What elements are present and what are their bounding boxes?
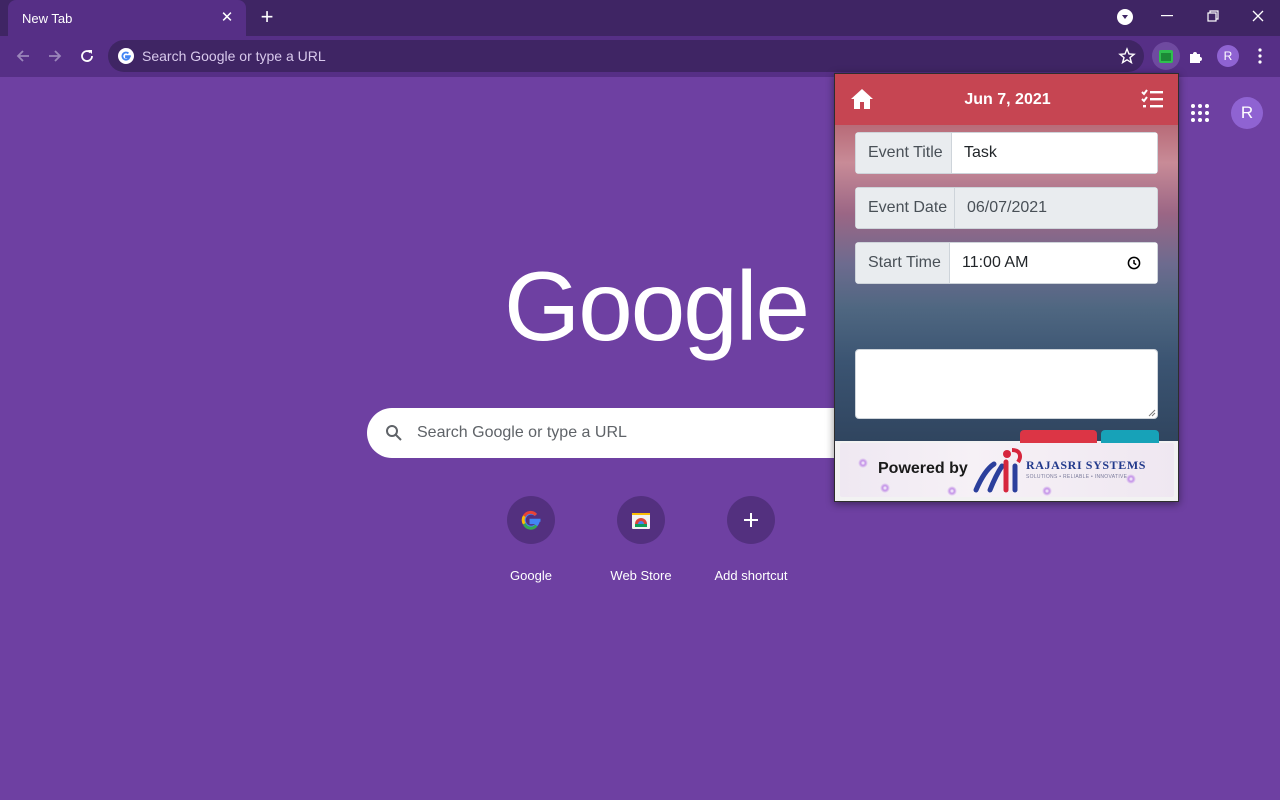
tab-title: New Tab xyxy=(22,10,73,26)
event-title-label: Event Title xyxy=(855,132,952,174)
popup-body: Event Title Task Event Date 06/07/2021 S… xyxy=(835,125,1178,472)
powered-by-banner: Powered by RAJASRI SYSTEMS SOLUTIONS • R… xyxy=(840,443,1174,497)
plus-icon xyxy=(727,496,775,544)
start-time-input[interactable]: 11:00 AM xyxy=(950,242,1158,284)
extensions-puzzle-icon[interactable] xyxy=(1182,42,1210,70)
search-icon xyxy=(386,425,402,441)
profile-button[interactable]: R xyxy=(1214,42,1242,70)
toolbar: Search Google or type a URL R xyxy=(0,36,1280,77)
calendar-extension-icon[interactable] xyxy=(1152,42,1180,70)
google-apps-icon[interactable] xyxy=(1190,103,1210,123)
tab-strip: New Tab ✕ + xyxy=(0,0,1280,36)
sparkle-decoration xyxy=(858,458,868,468)
event-title-field: Event Title Task xyxy=(855,132,1158,174)
start-time-label: Start Time xyxy=(855,242,950,284)
back-arrow-icon[interactable] xyxy=(11,44,35,68)
shortcut-label: Web Store xyxy=(610,568,672,583)
close-window-icon[interactable] xyxy=(1244,4,1272,28)
bookmark-star-icon[interactable] xyxy=(1118,47,1136,65)
popup-date: Jun 7, 2021 xyxy=(964,91,1051,108)
powered-by-text: Powered by xyxy=(878,460,968,477)
new-tab-button[interactable]: + xyxy=(256,6,278,28)
sparkle-decoration xyxy=(880,483,890,493)
clock-icon[interactable] xyxy=(1127,256,1141,270)
account-avatar[interactable]: R xyxy=(1231,97,1263,129)
shortcut-label: Google xyxy=(510,568,552,583)
company-tagline: SOLUTIONS • RELIABLE • INNOVATIVE xyxy=(1026,474,1128,480)
event-date-input[interactable]: 06/07/2021 xyxy=(955,187,1158,229)
profile-avatar: R xyxy=(1217,45,1239,67)
notes-textarea[interactable] xyxy=(855,349,1158,419)
omnibox[interactable]: Search Google or type a URL xyxy=(108,40,1144,72)
start-time-value: 11:00 AM xyxy=(962,254,1029,271)
sparkle-decoration xyxy=(947,486,957,496)
forward-arrow-icon[interactable] xyxy=(43,44,67,68)
shortcut-google[interactable]: Google xyxy=(476,496,586,583)
rajasri-logo-icon xyxy=(973,448,1022,493)
event-date-field: Event Date 06/07/2021 xyxy=(855,187,1158,229)
shortcut-label: Add shortcut xyxy=(714,568,788,583)
shortcut-web-store[interactable]: Web Store xyxy=(586,496,696,583)
event-title-input[interactable]: Task xyxy=(952,132,1158,174)
event-popup: Jun 7, 2021 Event Title Task Event Date … xyxy=(834,73,1179,502)
event-date-label: Event Date xyxy=(855,187,955,229)
web-store-icon xyxy=(617,496,665,544)
tab-search-icon[interactable] xyxy=(1117,9,1133,25)
browser-menu-icon[interactable] xyxy=(1246,42,1274,70)
google-g-icon xyxy=(118,48,134,64)
omnibox-placeholder: Search Google or type a URL xyxy=(142,48,326,64)
tab-new-tab[interactable]: New Tab ✕ xyxy=(8,0,246,36)
restore-icon[interactable] xyxy=(1199,4,1227,28)
resize-grip-icon[interactable] xyxy=(1148,409,1156,417)
minimize-icon[interactable] xyxy=(1153,4,1181,28)
sparkle-decoration xyxy=(1126,474,1136,484)
start-time-field: Start Time 11:00 AM xyxy=(855,242,1158,284)
shortcut-add[interactable]: Add shortcut xyxy=(696,496,806,583)
task-list-icon[interactable] xyxy=(1141,89,1163,109)
reload-icon[interactable] xyxy=(75,44,99,68)
popup-header: Jun 7, 2021 xyxy=(835,74,1178,125)
google-g-icon xyxy=(507,496,555,544)
tab-close-icon[interactable]: ✕ xyxy=(218,9,236,27)
google-logo: Google xyxy=(504,251,810,361)
sparkle-decoration xyxy=(1042,486,1052,496)
search-placeholder: Search Google or type a URL xyxy=(417,424,627,441)
company-name: RAJASRI SYSTEMS xyxy=(1026,458,1147,472)
